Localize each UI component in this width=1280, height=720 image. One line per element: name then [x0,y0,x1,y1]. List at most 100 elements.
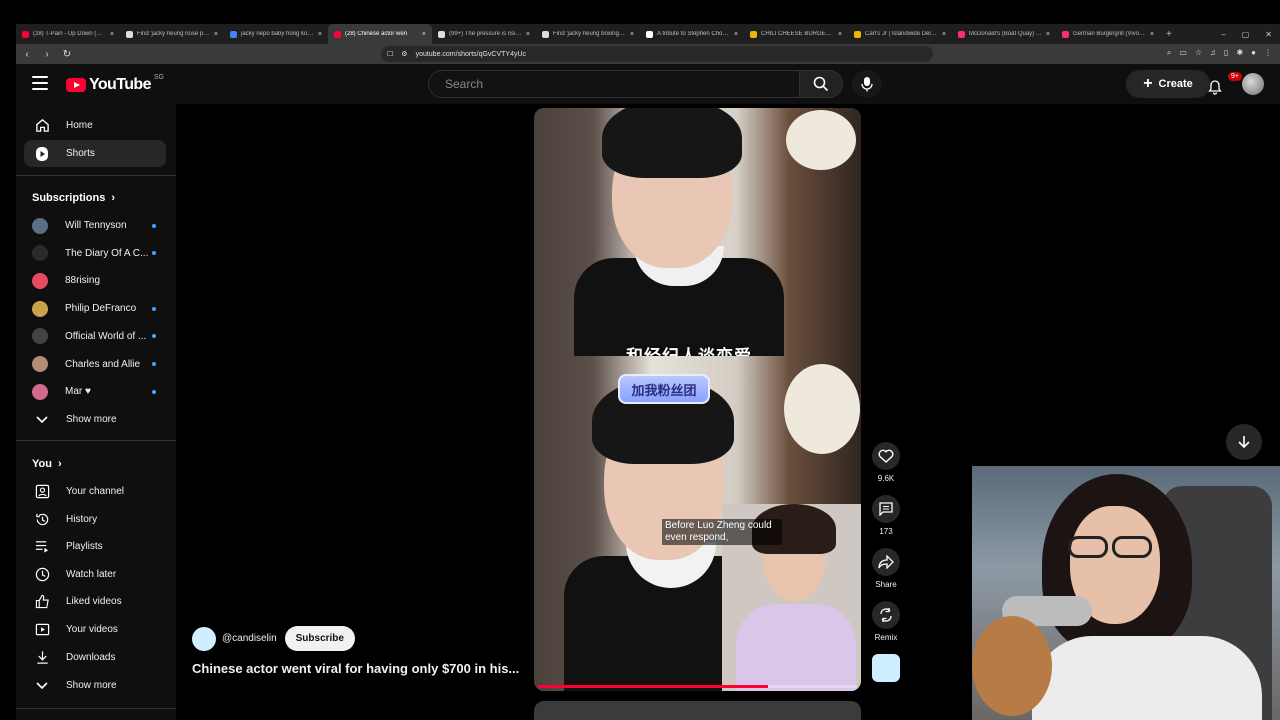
tab-close-icon[interactable]: × [1046,31,1050,38]
tab-close-icon[interactable]: × [1150,31,1154,38]
you-title: You [32,458,52,470]
browser-tab[interactable]: McDonald's (Boat Quay) Men × [952,24,1056,44]
back-icon[interactable]: ‹ [22,49,32,60]
next-short-button[interactable] [1226,424,1262,460]
sidebar-item-your-videos[interactable]: Your videos [24,616,166,643]
short-video[interactable]: 和经纪人谈恋爱 加我粉丝团 Before Luo Zheng could eve… [534,108,861,691]
profile-icon[interactable]: ● [1251,48,1256,58]
you-heading[interactable]: You › [32,458,62,470]
creator-top [736,604,856,691]
close-window-icon[interactable]: ✕ [1265,30,1272,39]
show-more-subscriptions[interactable]: Show more [24,406,166,433]
microphone-icon [861,77,873,92]
sidebar-item-shorts[interactable]: Shorts [24,140,166,167]
tab-title: (28) Chinese actor wen [345,31,408,37]
subscription-item[interactable]: The Diary Of A C... [24,240,166,267]
subscription-item[interactable]: Philip DeFranco [24,295,166,322]
minimize-icon[interactable]: – [1221,30,1225,39]
channel-thumbnail[interactable] [872,654,900,682]
playlists-icon [34,539,50,555]
star-icon[interactable]: ☆ [1195,48,1202,58]
address-bar[interactable]: ☐ ⚙ youtube.com/shorts/qGvCVTY4yUc [381,46,933,62]
tab-close-icon[interactable]: × [110,31,114,38]
video-progress-bar[interactable] [538,685,857,688]
subscriptions-heading[interactable]: Subscriptions › [32,192,115,204]
maximize-icon[interactable]: ▢ [1242,30,1250,39]
browser-tab[interactable]: A tribute to Stephen Chow? × [640,24,744,44]
voice-search-button[interactable] [852,70,882,98]
subscription-label: Mar ♥ [65,386,91,398]
browser-tab[interactable]: CHILI CHEESE BURGER - Carl' × [744,24,848,44]
account-avatar[interactable] [1242,73,1264,95]
bookmark-icon[interactable]: ☐ [387,50,393,58]
forward-icon[interactable]: › [42,49,52,60]
site-info-icon[interactable]: ⚙ [401,50,407,58]
create-button[interactable]: + Create [1126,70,1210,98]
tab-close-icon[interactable]: × [630,31,634,38]
shorts-icon [34,146,50,162]
cast-icon[interactable]: ▭ [1179,48,1187,58]
subscription-item[interactable]: Mar ♥ [24,378,166,405]
tab-close-icon[interactable]: × [942,31,946,38]
sidebar-item-home[interactable]: Home [24,112,166,139]
subscribe-button[interactable]: Subscribe [284,626,355,651]
new-tab-icon[interactable]: + [1166,29,1172,40]
bell-icon [1208,80,1222,95]
channel-avatar[interactable] [192,626,216,651]
extensions-icon[interactable]: ✱ [1236,48,1243,58]
country-code: SG [153,74,164,81]
subscription-item[interactable]: Charles and Allie [24,351,166,378]
search-input[interactable]: Search [428,70,800,98]
sidebar-item-channel[interactable]: Your channel [24,478,166,505]
subscription-item[interactable]: Official World of ... [24,323,166,350]
tab-close-icon[interactable]: × [422,31,426,38]
channel-handle[interactable]: @candiselin [222,633,277,644]
browser-tab[interactable]: (28) Chinese actor wen × [328,24,432,44]
browser-tab[interactable]: (28) T-Pain - Up Down (Do Th × [16,24,120,44]
browser-tab[interactable]: (99+) The pressure is rising on × [432,24,536,44]
comment-count: 173 [879,527,893,536]
browser-tab[interactable]: jacky nepo baby hong kong × [224,24,328,44]
notifications-button[interactable] [1202,74,1228,100]
comments-button[interactable] [872,495,900,523]
show-more-you[interactable]: Show more [24,672,166,699]
window-controls: – ▢ ✕ [1221,30,1280,39]
subscription-item[interactable]: Will Tennyson [24,212,166,239]
subscription-item[interactable]: 88rising [24,267,166,294]
next-short-preview[interactable] [534,701,861,720]
music-icon[interactable]: ♫ [1210,48,1216,58]
channel-avatar [32,356,48,372]
tab-close-icon[interactable]: × [526,31,530,38]
tab-close-icon[interactable]: × [214,31,218,38]
reload-icon[interactable]: ↻ [62,49,72,60]
youtube-header: YouTube SG Search + Create 9+ [16,64,1280,104]
sidebar-item-download[interactable]: Downloads [24,644,166,671]
search-button[interactable] [799,70,843,98]
zoom-icon[interactable]: ⌕ [1167,48,1171,58]
menu-hamburger-icon[interactable] [32,76,48,90]
like-button[interactable] [872,442,900,470]
short-title[interactable]: Chinese actor went viral for having only… [192,661,519,676]
tab-close-icon[interactable]: × [838,31,842,38]
tab-close-icon[interactable]: × [734,31,738,38]
sidebar-item-playlists[interactable]: Playlists [24,533,166,560]
browser-tab[interactable]: Find 'jacky heung nose pose × [120,24,224,44]
youtube-logo[interactable]: YouTube SG [66,74,164,94]
sidebar-toggle-icon[interactable]: ▯ [1224,48,1228,58]
sidebar-item-watch-later[interactable]: Watch later [24,561,166,588]
share-button[interactable] [872,548,900,576]
menu-icon[interactable]: ⋮ [1264,48,1272,58]
tab-favicon-icon [22,30,29,38]
tab-close-icon[interactable]: × [318,31,322,38]
sidebar-item-like[interactable]: Liked videos [24,588,166,615]
browser-tab[interactable]: German Burgergrill (VivoCity) × [1056,24,1160,44]
tab-favicon-icon [958,30,965,38]
chevron-right-icon: › [57,458,62,470]
sidebar-item-history[interactable]: History [24,506,166,533]
remix-button[interactable] [872,601,900,629]
browser-tab[interactable]: Carl's Jr | Islandwide Delivery × [848,24,952,44]
subscription-label: Philip DeFranco [65,303,137,315]
sidebar-item-label: Your videos [66,624,118,635]
browser-tab[interactable]: Find 'jacky heung boxing' on × [536,24,640,44]
sidebar-item-label: Downloads [66,651,116,663]
